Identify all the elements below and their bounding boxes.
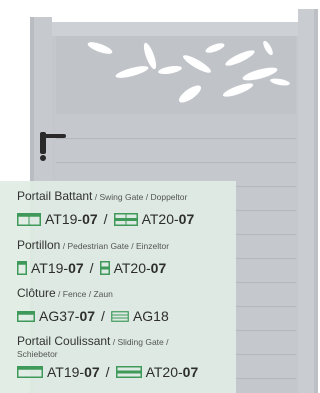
reference-code: AT19-07 (31, 260, 84, 276)
pedestrian-gate-split-icon (99, 261, 110, 275)
section-sliding-gate: Portail Coulissant / Sliding Gate / Schi… (17, 334, 236, 382)
double-swing-gate-split-icon (113, 212, 138, 226)
title-sub: / Fence / Zaun (55, 289, 113, 299)
title-sub: / Sliding Gate / (110, 337, 169, 347)
sliding-gate-split-icon (115, 366, 142, 378)
reference-code: AT20-07 (113, 260, 167, 276)
fence-slat-icon (111, 310, 129, 322)
reference-code: AT19-07 (45, 211, 98, 227)
pedestrian-gate-icon (17, 261, 27, 275)
section-title: Portail Battant / Swing Gate / Doppeltor (17, 189, 236, 205)
reference-code: AT19-07 (47, 364, 100, 380)
reference-row: AT19-07 / AT20-07 (17, 258, 236, 278)
title-main: Portail Coulissant (17, 334, 111, 348)
reference-panel: Portail Battant / Swing Gate / Doppeltor… (0, 181, 236, 393)
section-fence: Clôture / Fence / Zaun AG37-07 / AG18 (17, 286, 236, 326)
title-sub: / Swing Gate / Doppeltor (92, 192, 188, 202)
separator: / (105, 364, 110, 380)
reference-row: AT19-07 / AT20-07 (17, 362, 236, 382)
section-title: Clôture / Fence / Zaun (17, 286, 236, 302)
sliding-gate-icon (17, 366, 43, 378)
section-swing-gate: Portail Battant / Swing Gate / Doppeltor… (17, 189, 236, 229)
title-sub-continued: Schiebetor (17, 349, 58, 359)
title-main: Portail Battant (17, 189, 93, 203)
reference-code: AG18 (132, 308, 169, 324)
separator: / (89, 260, 94, 276)
separator: / (101, 308, 105, 324)
section-pedestrian-gate: Portillon / Pedestrian Gate / Einzeltor … (17, 238, 236, 278)
section-title: Portail Coulissant / Sliding Gate / Schi… (17, 334, 236, 360)
fence-panel-icon (17, 310, 35, 322)
section-title: Portillon / Pedestrian Gate / Einzeltor (17, 238, 236, 254)
reference-row: AT19-07 / AT20-07 (17, 209, 236, 229)
title-main: Clôture (17, 286, 56, 300)
reference-code: AG37-07 (39, 308, 96, 324)
title-main: Portillon (17, 238, 61, 252)
title-sub: / Pedestrian Gate / Einzeltor (60, 241, 170, 251)
reference-row: AG37-07 / AG18 (17, 306, 236, 326)
reference-code: AT20-07 (145, 364, 199, 380)
reference-code: AT20-07 (141, 211, 195, 227)
double-swing-gate-icon (17, 212, 41, 226)
product-sheet: Portail Battant / Swing Gate / Doppeltor… (0, 0, 320, 393)
separator: / (103, 211, 108, 227)
